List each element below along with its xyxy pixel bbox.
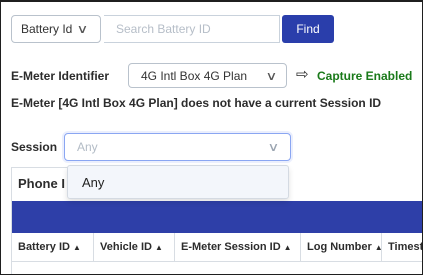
chevron-down-icon: ∨ xyxy=(76,22,89,36)
column-header-log-number[interactable]: Log Number ▲ xyxy=(301,233,382,261)
search-bar: Battery Id ∨ Search Battery ID Find xyxy=(1,1,422,52)
emeter-select[interactable]: 4G Intl Box 4G Plan ∨ xyxy=(128,63,287,88)
sort-up-icon: ▲ xyxy=(283,242,292,252)
chevron-down-icon: ∨ xyxy=(265,69,278,83)
capture-status: Capture Enabled xyxy=(317,69,413,83)
session-option-label: Any xyxy=(82,174,105,190)
column-header-emeter-session-id[interactable]: E-Meter Session ID ▲ xyxy=(175,233,301,261)
find-button[interactable]: Find xyxy=(282,15,334,43)
emeter-identifier-label: E-Meter Identifier xyxy=(11,69,110,83)
battery-search-input[interactable]: Search Battery ID xyxy=(104,15,280,43)
session-select[interactable]: Any ∨ xyxy=(64,133,291,161)
arrow-right-outline-icon: ⇨ xyxy=(296,66,309,83)
column-header-battery-id[interactable]: Battery ID ▲ xyxy=(12,233,94,261)
session-status-message: E-Meter [4G Intl Box 4G Plan] does not h… xyxy=(11,96,382,110)
emeter-select-value: 4G Intl Box 4G Plan xyxy=(141,68,248,83)
column-header-timestamp[interactable]: Timest xyxy=(382,233,423,261)
search-type-value: Battery Id xyxy=(21,22,73,36)
column-label: Log Number xyxy=(307,241,372,253)
sort-up-icon: ▲ xyxy=(374,242,382,252)
search-placeholder: Search Battery ID xyxy=(116,22,211,36)
sort-up-icon: ▲ xyxy=(72,242,81,252)
column-label: Timest xyxy=(388,241,423,253)
table-header: Battery ID ▲ Vehicle ID ▲ E-Meter Session … xyxy=(12,233,423,262)
column-label: Vehicle ID xyxy=(100,241,152,253)
session-select-placeholder: Any xyxy=(77,140,98,154)
chevron-down-icon: ∨ xyxy=(267,140,280,154)
results-panel: Battery ID ▲ Vehicle ID ▲ E-Meter Session … xyxy=(11,197,423,274)
session-label: Session xyxy=(11,140,58,154)
app-window: Battery Id ∨ Search Battery ID Find E-Me… xyxy=(0,0,423,275)
column-label: E-Meter Session ID xyxy=(181,241,281,253)
search-type-select[interactable]: Battery Id ∨ xyxy=(11,15,101,43)
column-label: Battery ID xyxy=(18,241,70,253)
results-panel-header xyxy=(12,201,422,233)
sort-up-icon: ▲ xyxy=(154,242,163,252)
tab-phone-label: Phone I xyxy=(18,176,65,191)
session-option-any[interactable]: Any xyxy=(67,165,289,199)
column-header-vehicle-id[interactable]: Vehicle ID ▲ xyxy=(94,233,175,261)
